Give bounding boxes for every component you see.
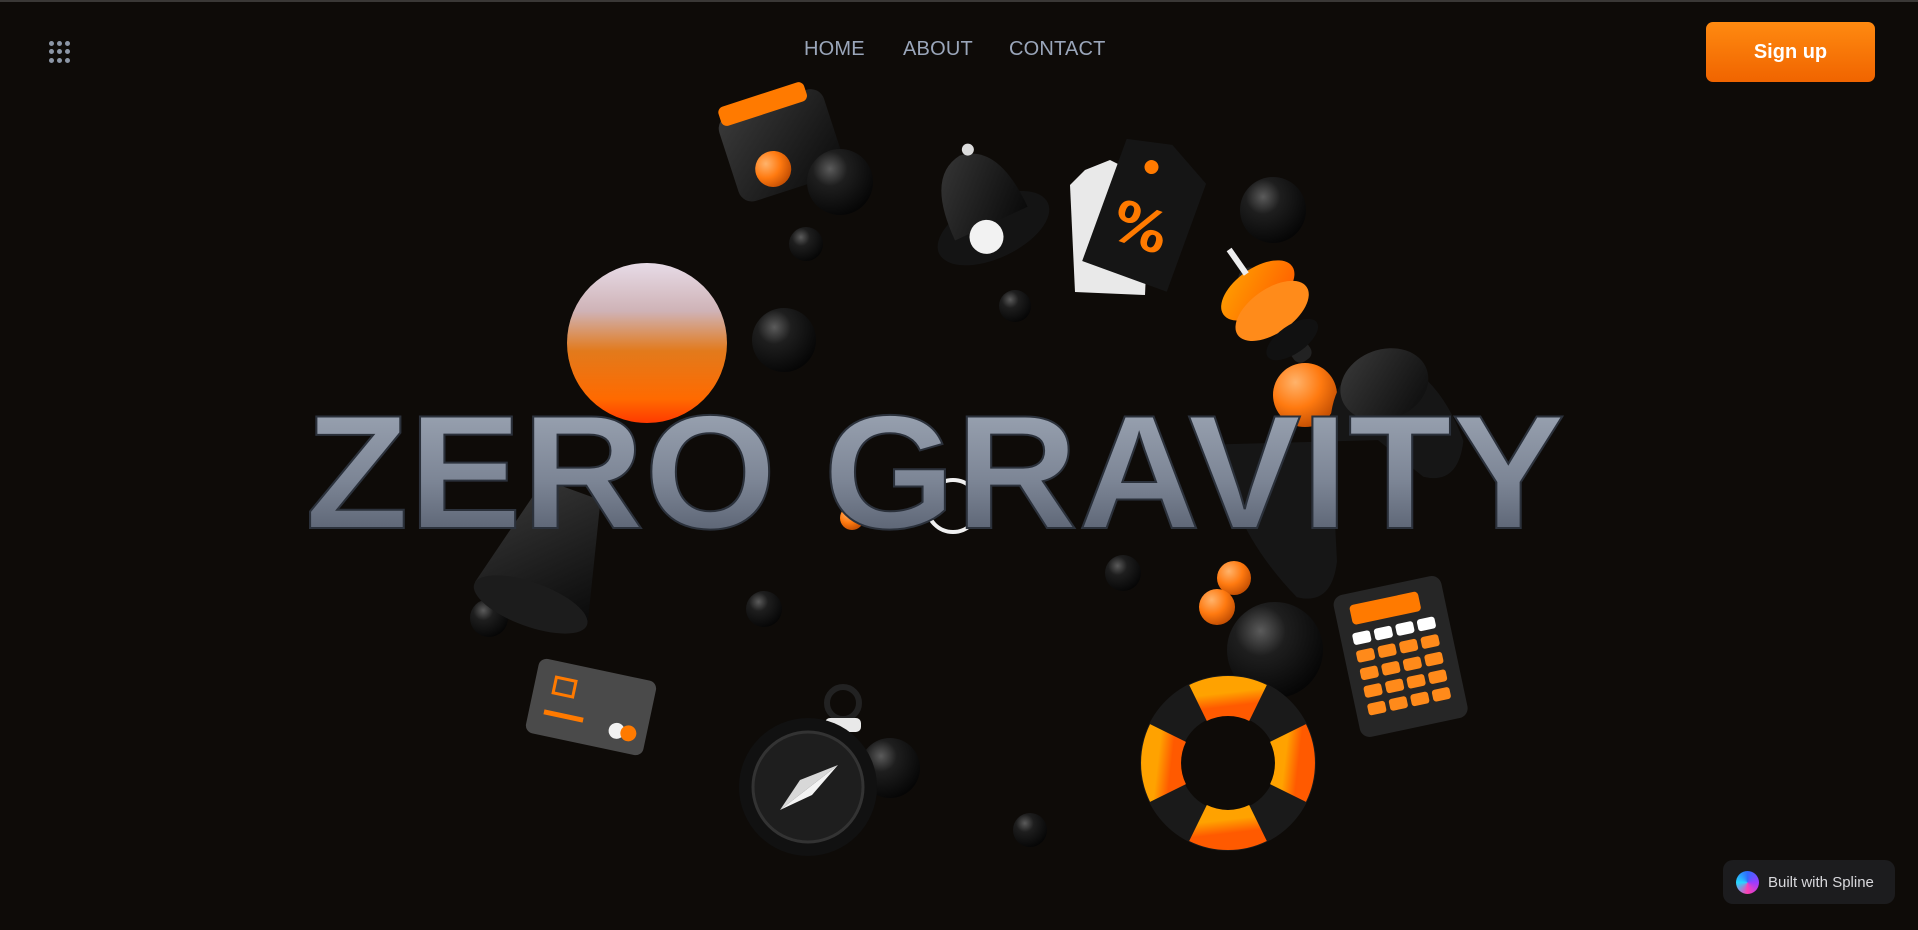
price-tag-icon: % — [1070, 138, 1207, 295]
spline-logo-icon — [1736, 870, 1759, 894]
compass-stopwatch-icon — [739, 684, 877, 856]
credit-card-icon — [525, 658, 657, 756]
hero-title: ZERO GRAVITY — [305, 388, 1565, 538]
hero-title-wrap: ZERO GRAVITY — [270, 388, 1600, 538]
built-with-spline-badge[interactable]: Built with Spline — [1723, 860, 1895, 904]
dumbbell-icon — [1221, 247, 1319, 363]
badge-label: Built with Spline — [1768, 873, 1874, 891]
bell-icon — [937, 143, 1050, 266]
calculator-icon — [1333, 575, 1468, 737]
lifebuoy-icon — [1140, 675, 1316, 851]
